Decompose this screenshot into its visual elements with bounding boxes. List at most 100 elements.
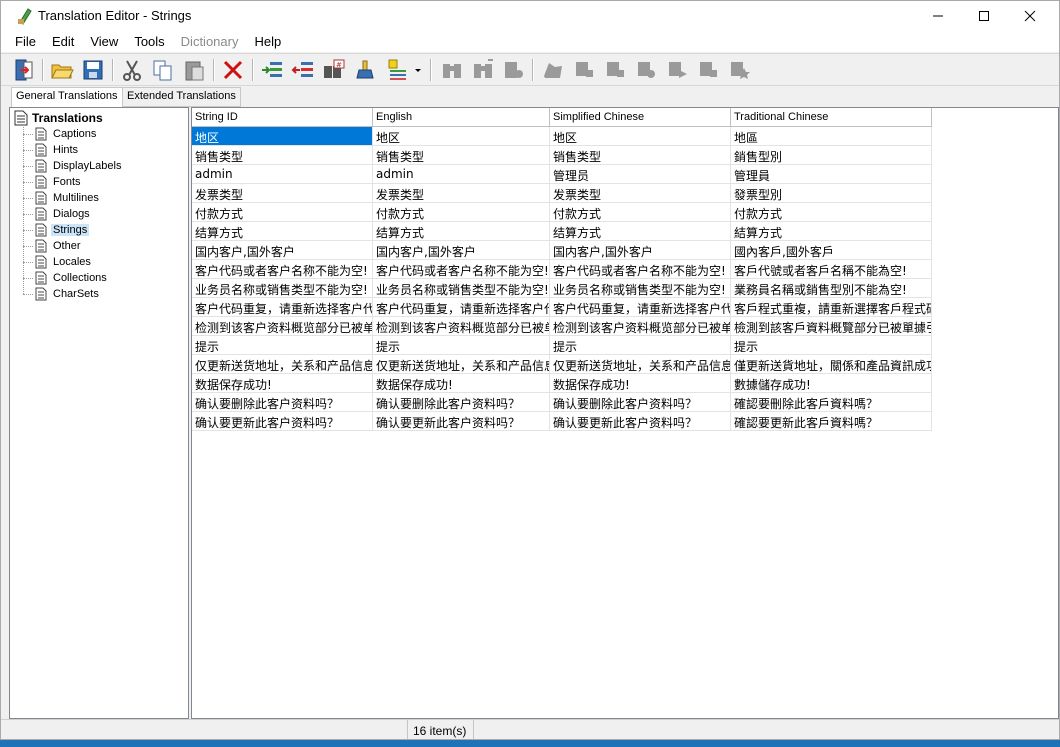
table-cell[interactable]: 销售类型	[192, 146, 373, 165]
table-cell[interactable]: 业务员名称或销售类型不能为空!	[373, 279, 550, 298]
table-cell[interactable]: 確認要刪除此客戶資料嗎？	[731, 393, 932, 412]
tool-6-button[interactable]	[696, 58, 720, 82]
tree-item-locales[interactable]: Locales	[23, 254, 93, 270]
table-row[interactable]: 检测到该客户资料概览部分已被单 检测到该客户资料概览部分已被单 检测到该客户资料概览…	[192, 317, 932, 336]
table-cell[interactable]: 数据保存成功!	[373, 374, 550, 393]
table-cell[interactable]: 僅更新送貨地址，關係和產品資訊成功	[731, 355, 932, 374]
table-cell[interactable]: 結算方式	[731, 222, 932, 241]
tree-item-charsets[interactable]: CharSets	[23, 286, 101, 302]
column-header-traditional-chinese[interactable]: Traditional Chinese	[731, 108, 932, 127]
table-cell[interactable]: 仅更新送货地址，关系和产品信息	[550, 355, 731, 374]
table-cell[interactable]: admin	[373, 165, 550, 184]
replace-button[interactable]	[502, 58, 526, 82]
table-row[interactable]: 销售类型 销售类型 销售类型 銷售型別	[192, 146, 932, 165]
table-cell[interactable]: 发票类型	[192, 184, 373, 203]
table-cell[interactable]: 国内客户,国外客户	[550, 241, 731, 260]
table-row[interactable]: 客户代码或者客户名称不能为空! 客户代码或者客户名称不能为空! 客户代码或者客户名称…	[192, 260, 932, 279]
table-cell[interactable]: 客戶代號或者客戶名稱不能為空!	[731, 260, 932, 279]
table-cell[interactable]: admin	[192, 165, 373, 184]
table-row[interactable]: 结算方式 结算方式 结算方式 結算方式	[192, 222, 932, 241]
delete-button[interactable]	[221, 58, 245, 82]
table-cell[interactable]: 地区	[373, 127, 550, 146]
table-cell[interactable]: 提示	[550, 336, 731, 355]
table-cell[interactable]: 确认要删除此客户资料吗？	[550, 393, 731, 412]
table-cell[interactable]: 确认要删除此客户资料吗？	[192, 393, 373, 412]
column-header-english[interactable]: English	[373, 108, 550, 127]
table-row[interactable]: 确认要删除此客户资料吗？ 确认要删除此客户资料吗？ 确认要删除此客户资料吗？ 確認要刪…	[192, 393, 932, 412]
table-cell[interactable]: 结算方式	[192, 222, 373, 241]
tool-3-button[interactable]	[603, 58, 627, 82]
tree-item-hints[interactable]: Hints	[23, 142, 80, 158]
table-cell[interactable]: 國內客戶,國外客戶	[731, 241, 932, 260]
paste-button[interactable]	[182, 58, 206, 82]
table-row[interactable]: 发票类型 发票类型 发票类型 發票型別	[192, 184, 932, 203]
table-cell[interactable]: 付款方式	[192, 203, 373, 222]
column-header-string-id[interactable]: String ID	[192, 108, 373, 127]
table-cell[interactable]: 銷售型別	[731, 146, 932, 165]
table-cell[interactable]: 地區	[731, 127, 932, 146]
table-cell[interactable]: 付款方式	[373, 203, 550, 222]
table-cell[interactable]: 數據儲存成功!	[731, 374, 932, 393]
table-cell[interactable]: 结算方式	[550, 222, 731, 241]
table-cell[interactable]: 提示	[731, 336, 932, 355]
menu-help[interactable]: Help	[246, 31, 289, 52]
table-row[interactable]: 付款方式 付款方式 付款方式 付款方式	[192, 203, 932, 222]
open-button[interactable]	[50, 58, 74, 82]
list-dropdown-button[interactable]	[413, 58, 423, 82]
tree-item-fonts[interactable]: Fonts	[23, 174, 83, 190]
table-cell[interactable]: 发票类型	[550, 184, 731, 203]
table-cell[interactable]: 销售类型	[373, 146, 550, 165]
table-cell[interactable]: 确认要更新此客户资料吗？	[192, 412, 373, 431]
table-cell[interactable]: 业务员名称或销售类型不能为空!	[550, 279, 731, 298]
menu-edit[interactable]: Edit	[44, 31, 82, 52]
table-row[interactable]: admin admin 管理员 管理員	[192, 165, 932, 184]
table-cell[interactable]: 地区	[550, 127, 731, 146]
table-cell[interactable]: 国内客户,国外客户	[373, 241, 550, 260]
tab-extended-translations[interactable]: Extended Translations	[122, 87, 241, 107]
table-cell[interactable]: 客户代码或者客户名称不能为空!	[550, 260, 731, 279]
table-cell[interactable]: 客户代码或者客户名称不能为空!	[192, 260, 373, 279]
cut-button[interactable]	[120, 58, 144, 82]
table-cell[interactable]: 销售类型	[550, 146, 731, 165]
table-cell[interactable]: 提示	[192, 336, 373, 355]
tool-4-button[interactable]	[634, 58, 658, 82]
close-button[interactable]	[1007, 1, 1053, 31]
menu-file[interactable]: File	[7, 31, 44, 52]
menu-tools[interactable]: Tools	[126, 31, 172, 52]
table-cell[interactable]: 检测到该客户资料概览部分已被单	[373, 317, 550, 336]
table-cell[interactable]: 发票类型	[373, 184, 550, 203]
maximize-button[interactable]	[961, 1, 1007, 31]
table-cell[interactable]: 结算方式	[373, 222, 550, 241]
table-cell[interactable]: 客户代码重复，请重新选择客户代	[373, 298, 550, 317]
table-cell[interactable]: 地区	[192, 127, 373, 146]
table-row[interactable]: 国内客户,国外客户 国内客户,国外客户 国内客户,国外客户 國內客戶,國外客戶	[192, 241, 932, 260]
tree-item-strings[interactable]: Strings	[23, 222, 90, 238]
table-cell[interactable]: 付款方式	[550, 203, 731, 222]
find-next-button[interactable]	[471, 58, 495, 82]
copy-button[interactable]	[151, 58, 175, 82]
table-cell[interactable]: 客戶程式重複，請重新選擇客戶程式碼	[731, 298, 932, 317]
table-cell[interactable]: 国内客户,国外客户	[192, 241, 373, 260]
table-cell[interactable]: 客户代码重复，请重新选择客户代	[192, 298, 373, 317]
tool-5-button[interactable]	[665, 58, 689, 82]
menu-dictionary[interactable]: Dictionary	[173, 31, 247, 52]
table-cell[interactable]: 發票型別	[731, 184, 932, 203]
table-cell[interactable]: 付款方式	[731, 203, 932, 222]
menu-view[interactable]: View	[82, 31, 126, 52]
table-cell[interactable]: 数据保存成功!	[192, 374, 373, 393]
table-row[interactable]: 地区 地区 地区 地區	[192, 127, 932, 146]
tab-general-translations[interactable]: General Translations	[11, 87, 123, 108]
paint-button[interactable]	[353, 58, 377, 82]
translate-button[interactable]: #	[322, 58, 346, 82]
tree-root-translations[interactable]: Translations	[14, 110, 103, 126]
table-row[interactable]: 提示 提示 提示 提示	[192, 336, 932, 355]
table-cell[interactable]: 管理員	[731, 165, 932, 184]
table-cell[interactable]: 检测到该客户资料概览部分已被单	[550, 317, 731, 336]
table-cell[interactable]: 業務員名稱或銷售型別不能為空!	[731, 279, 932, 298]
tool-7-button[interactable]	[727, 58, 751, 82]
find-button[interactable]	[440, 58, 464, 82]
table-cell[interactable]: 确认要更新此客户资料吗？	[373, 412, 550, 431]
save-button[interactable]	[81, 58, 105, 82]
table-cell[interactable]: 确认要删除此客户资料吗？	[373, 393, 550, 412]
tree-item-collections[interactable]: Collections	[23, 270, 109, 286]
